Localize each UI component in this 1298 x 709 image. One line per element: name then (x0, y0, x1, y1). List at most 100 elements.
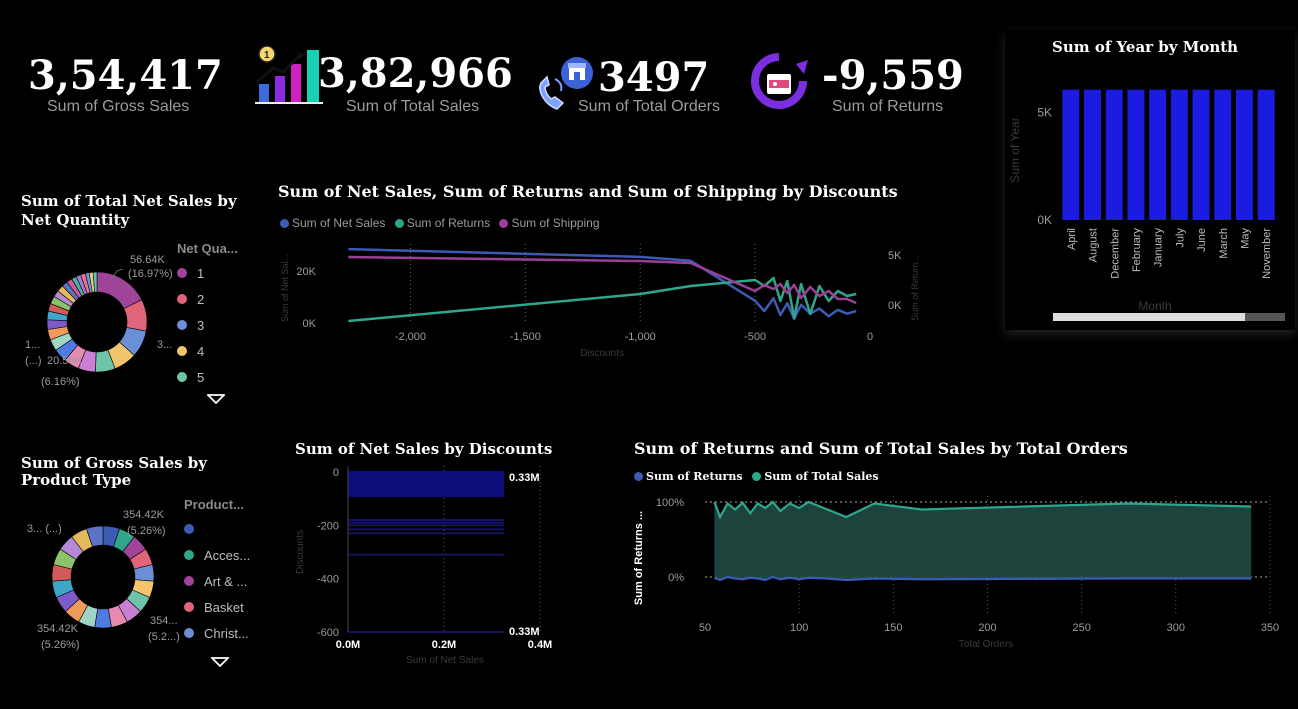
month-xtick: July (1174, 228, 1186, 248)
legend-returns-dot (394, 218, 404, 228)
product-legend-item[interactable]: Basket (184, 594, 250, 620)
product-legend-dot (184, 602, 194, 612)
product-legend-item[interactable]: Art & ... (184, 568, 250, 594)
month-xtick: December (1109, 228, 1121, 279)
month-bar (1105, 89, 1123, 220)
hbar-ytick: -200 (317, 520, 339, 532)
legend-net-sales-label: Sum of Net Sales (292, 216, 386, 230)
hbar-bar (348, 528, 504, 531)
product-legend-dot (184, 550, 194, 560)
product-legend-scroll-down-icon[interactable] (209, 652, 231, 668)
line-ylabel-left: Sum of Net Sal... (280, 254, 290, 322)
area-xtick: 50 (699, 622, 711, 634)
net-qty-legend-header: Net Qua... (177, 240, 238, 256)
product-legend-dot (184, 524, 194, 534)
legend-returns-label: Sum of Returns (406, 216, 491, 230)
month-scrollbar-thumb (1053, 313, 1245, 321)
net-qty-legend-label: 3 (197, 317, 205, 333)
net-qty-legend-label: 1 (197, 265, 205, 281)
hbar-ytick: 0 (333, 467, 339, 479)
net-qty-label-top-pct: (16.97%) (128, 268, 173, 280)
hbar-bar (348, 532, 504, 535)
product-label-top: 354.42K (123, 509, 165, 521)
hbar-ytick: -400 (317, 574, 339, 586)
net-qty-legend-item[interactable]: 4 (177, 338, 238, 364)
net-qty-legend-scroll-down-icon[interactable] (205, 389, 227, 405)
net-qty-legend-item[interactable]: 3 (177, 312, 238, 338)
hbar-bar (348, 521, 504, 524)
net-qty-legend-item[interactable]: 1 (177, 260, 238, 286)
product-legend-label: Art & ... (204, 573, 248, 589)
net-qty-label-top: 56.64K (130, 254, 166, 266)
net-returns-shipping-legend: Sum of Net Sales Sum of Returns Sum of S… (280, 216, 606, 231)
svg-text:1: 1 (264, 50, 270, 61)
month-xtick: January (1153, 228, 1165, 268)
area-xtick: 300 (1167, 622, 1185, 634)
returns-total-by-orders-title: Sum of Returns and Sum of Total Sales by… (634, 439, 1128, 458)
net-by-discounts-title: Sum of Net Sales by Discounts (295, 440, 553, 458)
line-xtick: -500 (744, 331, 766, 343)
area-ylabel: Sum of Returns ... (633, 511, 645, 605)
kpi-returns-label: Sum of Returns (832, 98, 944, 115)
net-by-discounts-chart: 0 -200 -400 -600 Discounts 0.0M 0.2M 0.4M Sum of… (295, 466, 552, 666)
line-ylabel-right: Sum of Return... (910, 255, 920, 321)
net-qty-label-left: 1... (25, 339, 40, 351)
month-bar (1062, 89, 1080, 220)
net-qty-legend-item[interactable]: 5 (177, 364, 238, 390)
month-bar (1084, 89, 1102, 220)
returns-total-by-orders-chart: 100% 0% Sum of Returns ... 50 100 150 200 250 30… (633, 496, 1279, 650)
month-bar (1149, 89, 1167, 220)
legend-shipping-dot (499, 218, 509, 228)
product-legend-item[interactable] (184, 516, 250, 542)
net-returns-shipping-chart: -2,000 -1,500 -1,000 -500 0 Discounts 20K 0K Sum… (280, 244, 920, 359)
month-ytick: 5K (1037, 105, 1052, 119)
hbar-xtick: 0.0M (336, 639, 360, 651)
product-legend-item[interactable]: Christ... (184, 620, 250, 646)
net-qty-donut-title-line2: Net Quantity (21, 211, 130, 229)
month-ytick: 0K (1037, 213, 1052, 227)
month-xtick: June (1196, 228, 1208, 252)
area-ytick: 100% (656, 497, 684, 509)
product-label-left: 3... (...) (27, 523, 62, 535)
hbar-bar (348, 524, 504, 527)
hbar-xtick: 0.4M (528, 639, 552, 651)
hbar-bar (348, 519, 504, 521)
product-label-right-pct: (5.2...) (148, 631, 180, 643)
area-ytick: 0% (668, 572, 684, 584)
line-ytick-right: 0K (888, 300, 902, 312)
legend-returns-area-dot (634, 472, 643, 481)
month-ylabel: Sum of Year (1008, 117, 1022, 182)
area-xtick: 100 (790, 622, 808, 634)
net-qty-donut-legend: Net Qua... 1 2 3 4 5 (177, 236, 238, 390)
month-xlabel: Month (1138, 299, 1171, 313)
month-bar (1235, 89, 1253, 220)
line-ytick-right: 5K (888, 250, 902, 262)
month-bar (1170, 89, 1188, 220)
product-legend-label: Acces... (204, 547, 251, 563)
product-legend-item[interactable]: Acces... (184, 542, 250, 568)
gross-by-product-legend: Product... Acces... Art & ... Basket Christ… (184, 492, 250, 646)
net-qty-legend-dot (177, 320, 187, 330)
hbar-xtick: 0.2M (432, 639, 456, 651)
net-returns-shipping-title: Sum of Net Sales, Sum of Returns and Sum… (278, 182, 898, 201)
net-qty-legend-label: 2 (197, 291, 205, 307)
gross-by-product-title-line1: Sum of Gross Sales by (21, 454, 208, 472)
net-qty-label-left-pct: (...) (25, 355, 42, 367)
net-qty-legend-dot (177, 372, 187, 382)
net-qty-label-bottom-pct: (6.16%) (41, 376, 80, 388)
kpi-total-orders-value: 3497 (598, 54, 710, 101)
month-xtick: November (1261, 228, 1273, 279)
line-xtick: -1,500 (510, 331, 541, 343)
month-xtick: May (1239, 228, 1251, 249)
net-qty-legend-item[interactable]: 2 (177, 286, 238, 312)
kpi-total-sales-value: 3,82,966 (318, 50, 513, 97)
gross-by-product-donut-chart: 354.42K (5.26%) 3... (...) 354.42K (5.26%) 35… (27, 509, 180, 651)
net-qty-label-right: 3... (157, 339, 172, 351)
bar-chart-growth-icon: 1 (255, 45, 323, 104)
product-legend-dot (184, 576, 194, 586)
month-bar (1127, 89, 1145, 220)
month-bar (1257, 89, 1275, 220)
hbar-xlabel: Sum of Net Sales (406, 655, 484, 666)
net-qty-legend-label: 5 (197, 369, 205, 385)
area-fill (714, 502, 1252, 580)
